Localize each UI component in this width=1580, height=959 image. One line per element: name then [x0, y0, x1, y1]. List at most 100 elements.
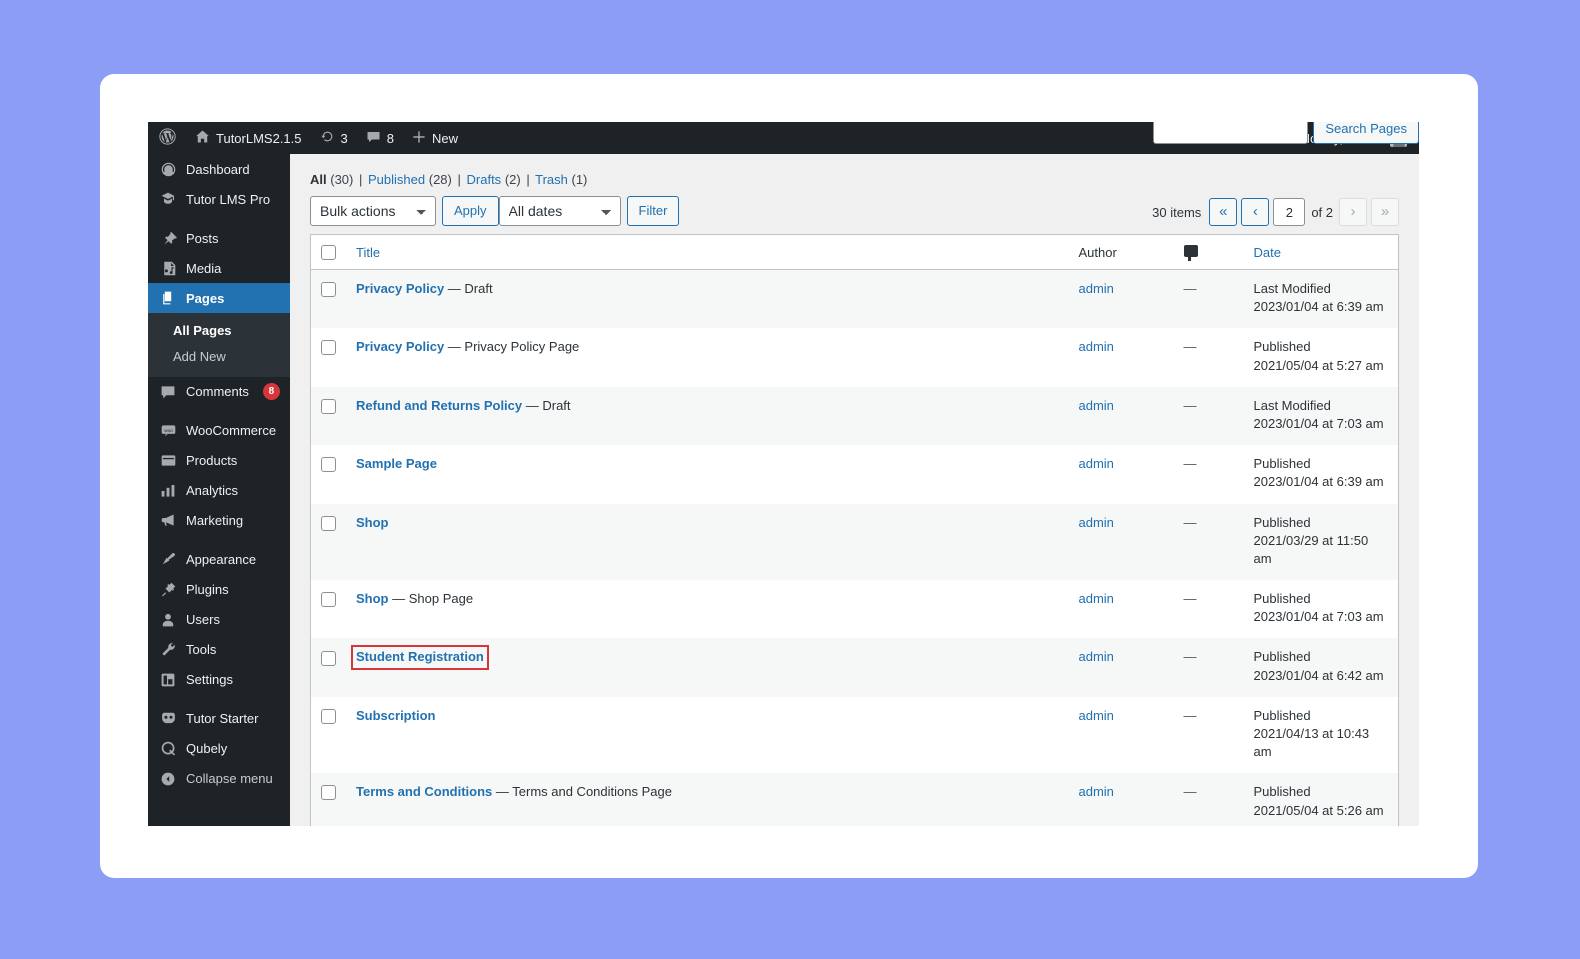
table-row: Privacy Policy — Privacy Policy Pageadmi… — [311, 328, 1399, 386]
bulk-actions-select[interactable]: Bulk actionsEditMove to Trash — [310, 196, 436, 226]
date-status: Published — [1254, 783, 1389, 801]
sidebar-item-settings[interactable]: Settings — [148, 665, 290, 695]
sidebar-item-label: Tools — [186, 643, 216, 656]
row-checkbox[interactable] — [321, 457, 336, 472]
comments-count-value: — — [1184, 591, 1197, 606]
collapse-menu-label: Collapse menu — [186, 772, 273, 785]
select-all-checkbox[interactable] — [321, 245, 336, 260]
current-page-input[interactable] — [1273, 198, 1305, 226]
select-all-header — [311, 235, 347, 270]
plugins-icon — [159, 581, 177, 599]
sidebar-item-tutor-starter[interactable]: Tutor Starter — [148, 704, 290, 734]
row-checkbox[interactable] — [321, 651, 336, 666]
author-link[interactable]: admin — [1079, 591, 1114, 606]
filter-separator: | — [456, 172, 463, 187]
sidebar-item-dashboard[interactable]: Dashboard — [148, 154, 290, 184]
author-link[interactable]: admin — [1079, 398, 1114, 413]
page-title-link[interactable]: Refund and Returns Policy — [356, 398, 522, 413]
page-title-link[interactable]: Student Registration — [353, 647, 487, 667]
date-filter-select[interactable]: All datesJanuary 2023May 2021April 2021M… — [499, 196, 621, 226]
filter-link-published[interactable]: Published — [368, 172, 425, 187]
filter-count-drafts: (2) — [505, 172, 521, 187]
author-cell: admin — [1069, 504, 1174, 581]
row-checkbox[interactable] — [321, 340, 336, 355]
sidebar-item-tutor-lms-pro[interactable]: Tutor LMS Pro — [148, 184, 290, 214]
page-title-link[interactable]: Privacy Policy — [356, 281, 444, 296]
author-link[interactable]: admin — [1079, 339, 1114, 354]
comments-icon — [1184, 245, 1198, 257]
row-checkbox[interactable] — [321, 282, 336, 297]
pages-list-content: Search Pages All (30) | Published (28) |… — [290, 154, 1419, 826]
filter-button[interactable]: Filter — [627, 196, 680, 226]
comments-count-value: — — [1184, 398, 1197, 413]
sidebar-subitem-add-new[interactable]: Add New — [148, 344, 290, 370]
sidebar-item-plugins[interactable]: Plugins — [148, 575, 290, 605]
sidebar-item-media[interactable]: Media — [148, 253, 290, 283]
page-title-link[interactable]: Subscription — [356, 708, 435, 723]
author-link[interactable]: admin — [1079, 784, 1114, 799]
wordpress-logo-menu[interactable] — [148, 122, 186, 154]
row-checkbox[interactable] — [321, 709, 336, 724]
next-page-button[interactable]: › — [1339, 198, 1367, 226]
author-cell: admin — [1069, 773, 1174, 826]
new-content-menu[interactable]: New — [403, 122, 467, 154]
sort-date-link[interactable]: Date — [1254, 245, 1281, 260]
pages-list-table: Title Author Date Privacy Policy — Dra — [310, 234, 1399, 826]
search-input[interactable] — [1153, 122, 1308, 144]
previous-page-button[interactable]: ‹ — [1241, 198, 1269, 226]
filter-link-all[interactable]: All — [310, 172, 327, 187]
row-checkbox[interactable] — [321, 399, 336, 414]
page-title-link[interactable]: Shop — [356, 591, 389, 606]
table-row: Refund and Returns Policy — Draftadmin—L… — [311, 387, 1399, 445]
sidebar-item-marketing[interactable]: Marketing — [148, 506, 290, 536]
sidebar-item-label: Tutor Starter — [186, 712, 258, 725]
sidebar-item-qubely[interactable]: Qubely — [148, 734, 290, 764]
author-link[interactable]: admin — [1079, 456, 1114, 471]
sidebar-item-tools[interactable]: Tools — [148, 635, 290, 665]
date-status: Published — [1254, 590, 1389, 608]
date-cell: Last Modified2023/01/04 at 6:39 am — [1244, 270, 1399, 329]
site-name-menu[interactable]: TutorLMS2.1.5 — [186, 122, 311, 154]
first-page-button[interactable]: « — [1209, 198, 1237, 226]
comments-bubble-menu[interactable]: 8 — [357, 122, 403, 154]
row-checkbox[interactable] — [321, 516, 336, 531]
collapse-arrow-icon — [159, 770, 177, 788]
sidebar-item-comments[interactable]: Comments 8 — [148, 377, 290, 407]
sidebar-item-woocommerce[interactable]: woo WooCommerce — [148, 416, 290, 446]
author-link[interactable]: admin — [1079, 708, 1114, 723]
column-header-title[interactable]: Title — [346, 235, 1069, 270]
date-status: Last Modified — [1254, 397, 1389, 415]
filter-link-trash[interactable]: Trash — [535, 172, 568, 187]
update-icon — [320, 129, 335, 147]
sidebar-item-appearance[interactable]: Appearance — [148, 545, 290, 575]
sidebar-subitem-all-pages[interactable]: All Pages — [148, 318, 290, 344]
page-title-link[interactable]: Terms and Conditions — [356, 784, 492, 799]
sidebar-item-pages[interactable]: Pages — [148, 283, 290, 313]
date-status: Last Modified — [1254, 280, 1389, 298]
row-checkbox[interactable] — [321, 785, 336, 800]
last-page-button[interactable]: » — [1371, 198, 1399, 226]
filter-link-drafts[interactable]: Drafts — [467, 172, 502, 187]
sidebar-item-products[interactable]: Products — [148, 446, 290, 476]
author-link[interactable]: admin — [1079, 515, 1114, 530]
row-checkbox[interactable] — [321, 592, 336, 607]
search-pages-button[interactable]: Search Pages — [1313, 122, 1419, 144]
column-header-comments[interactable] — [1174, 235, 1244, 270]
author-link[interactable]: admin — [1079, 649, 1114, 664]
apply-button[interactable]: Apply — [442, 196, 499, 226]
collapse-menu-button[interactable]: Collapse menu — [148, 764, 290, 794]
page-title-link[interactable]: Privacy Policy — [356, 339, 444, 354]
sort-title-link[interactable]: Title — [356, 245, 380, 260]
row-select-cell — [311, 328, 347, 386]
page-title-link[interactable]: Sample Page — [356, 456, 437, 471]
sidebar-item-users[interactable]: Users — [148, 605, 290, 635]
page-title-link[interactable]: Shop — [356, 515, 389, 530]
column-header-date[interactable]: Date — [1244, 235, 1399, 270]
sidebar-item-posts[interactable]: Posts — [148, 223, 290, 253]
row-select-cell — [311, 580, 347, 638]
sidebar-item-analytics[interactable]: Analytics — [148, 476, 290, 506]
author-link[interactable]: admin — [1079, 281, 1114, 296]
updates-menu[interactable]: 3 — [311, 122, 357, 154]
page-title-suffix: — Shop Page — [389, 591, 474, 606]
plus-icon — [412, 130, 426, 147]
